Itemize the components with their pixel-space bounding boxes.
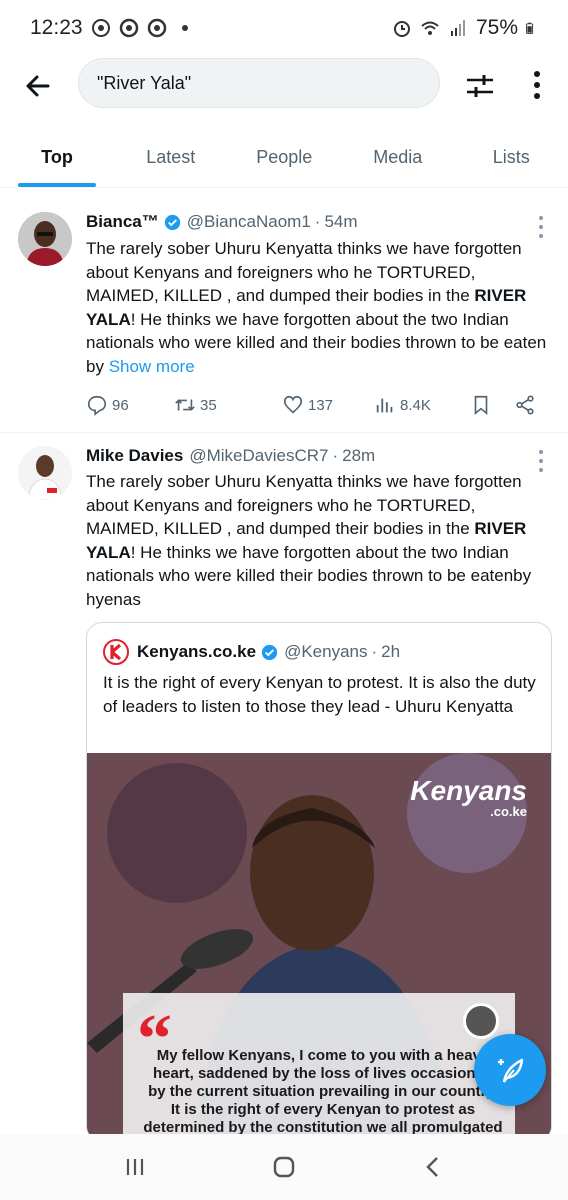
image-brand-text: Kenyans [410,775,527,806]
quoted-author-name: Kenyans.co.ke [137,642,257,661]
recent-apps-icon [126,1159,143,1175]
kenyans-k-logo-icon [463,1003,499,1039]
recent-apps-button[interactable] [115,1147,155,1187]
image-quote-text: My fellow Kenyans, I come to you with a … [143,1047,503,1141]
quoted-author-handle: @Kenyans [284,642,368,661]
avatar-image [18,446,72,500]
tweet-text-part: ! He thinks we have forgotten about the … [86,542,532,609]
tweet-author-name[interactable]: Mike Davies [86,446,183,466]
tweet-separator: · [371,642,378,661]
quoted-time: 2h [381,642,401,661]
image-brand-sub: .co.ke [490,804,527,819]
compose-tweet-button[interactable] [474,1034,546,1106]
home-icon [273,1156,295,1178]
tweet-time[interactable]: 28m [342,446,375,466]
home-button[interactable] [264,1147,304,1187]
kenyans-logo-icon [103,639,129,665]
back-button[interactable] [413,1147,453,1187]
tweet-text: The rarely sober Uhuru Kenyatta thinks w… [86,470,552,612]
image-brand-watermark: Kenyans .co.ke [410,775,527,819]
tweet-author-handle[interactable]: @MikeDaviesCR7 [189,446,328,466]
tweet[interactable]: Mike Davies @MikeDaviesCR7 · 28m The rar… [0,0,568,1142]
verified-badge-icon [261,644,278,660]
tweet-text-part: The rarely sober Uhuru Kenyatta thinks w… [86,472,522,539]
system-navigation-bar [0,1134,568,1200]
back-chevron-icon [426,1157,439,1177]
quoted-text: It is the right of every Kenyan to prote… [103,673,536,716]
avatar[interactable] [18,446,72,500]
compose-feather-icon [498,1058,524,1083]
tweet-separator: · [332,446,339,465]
